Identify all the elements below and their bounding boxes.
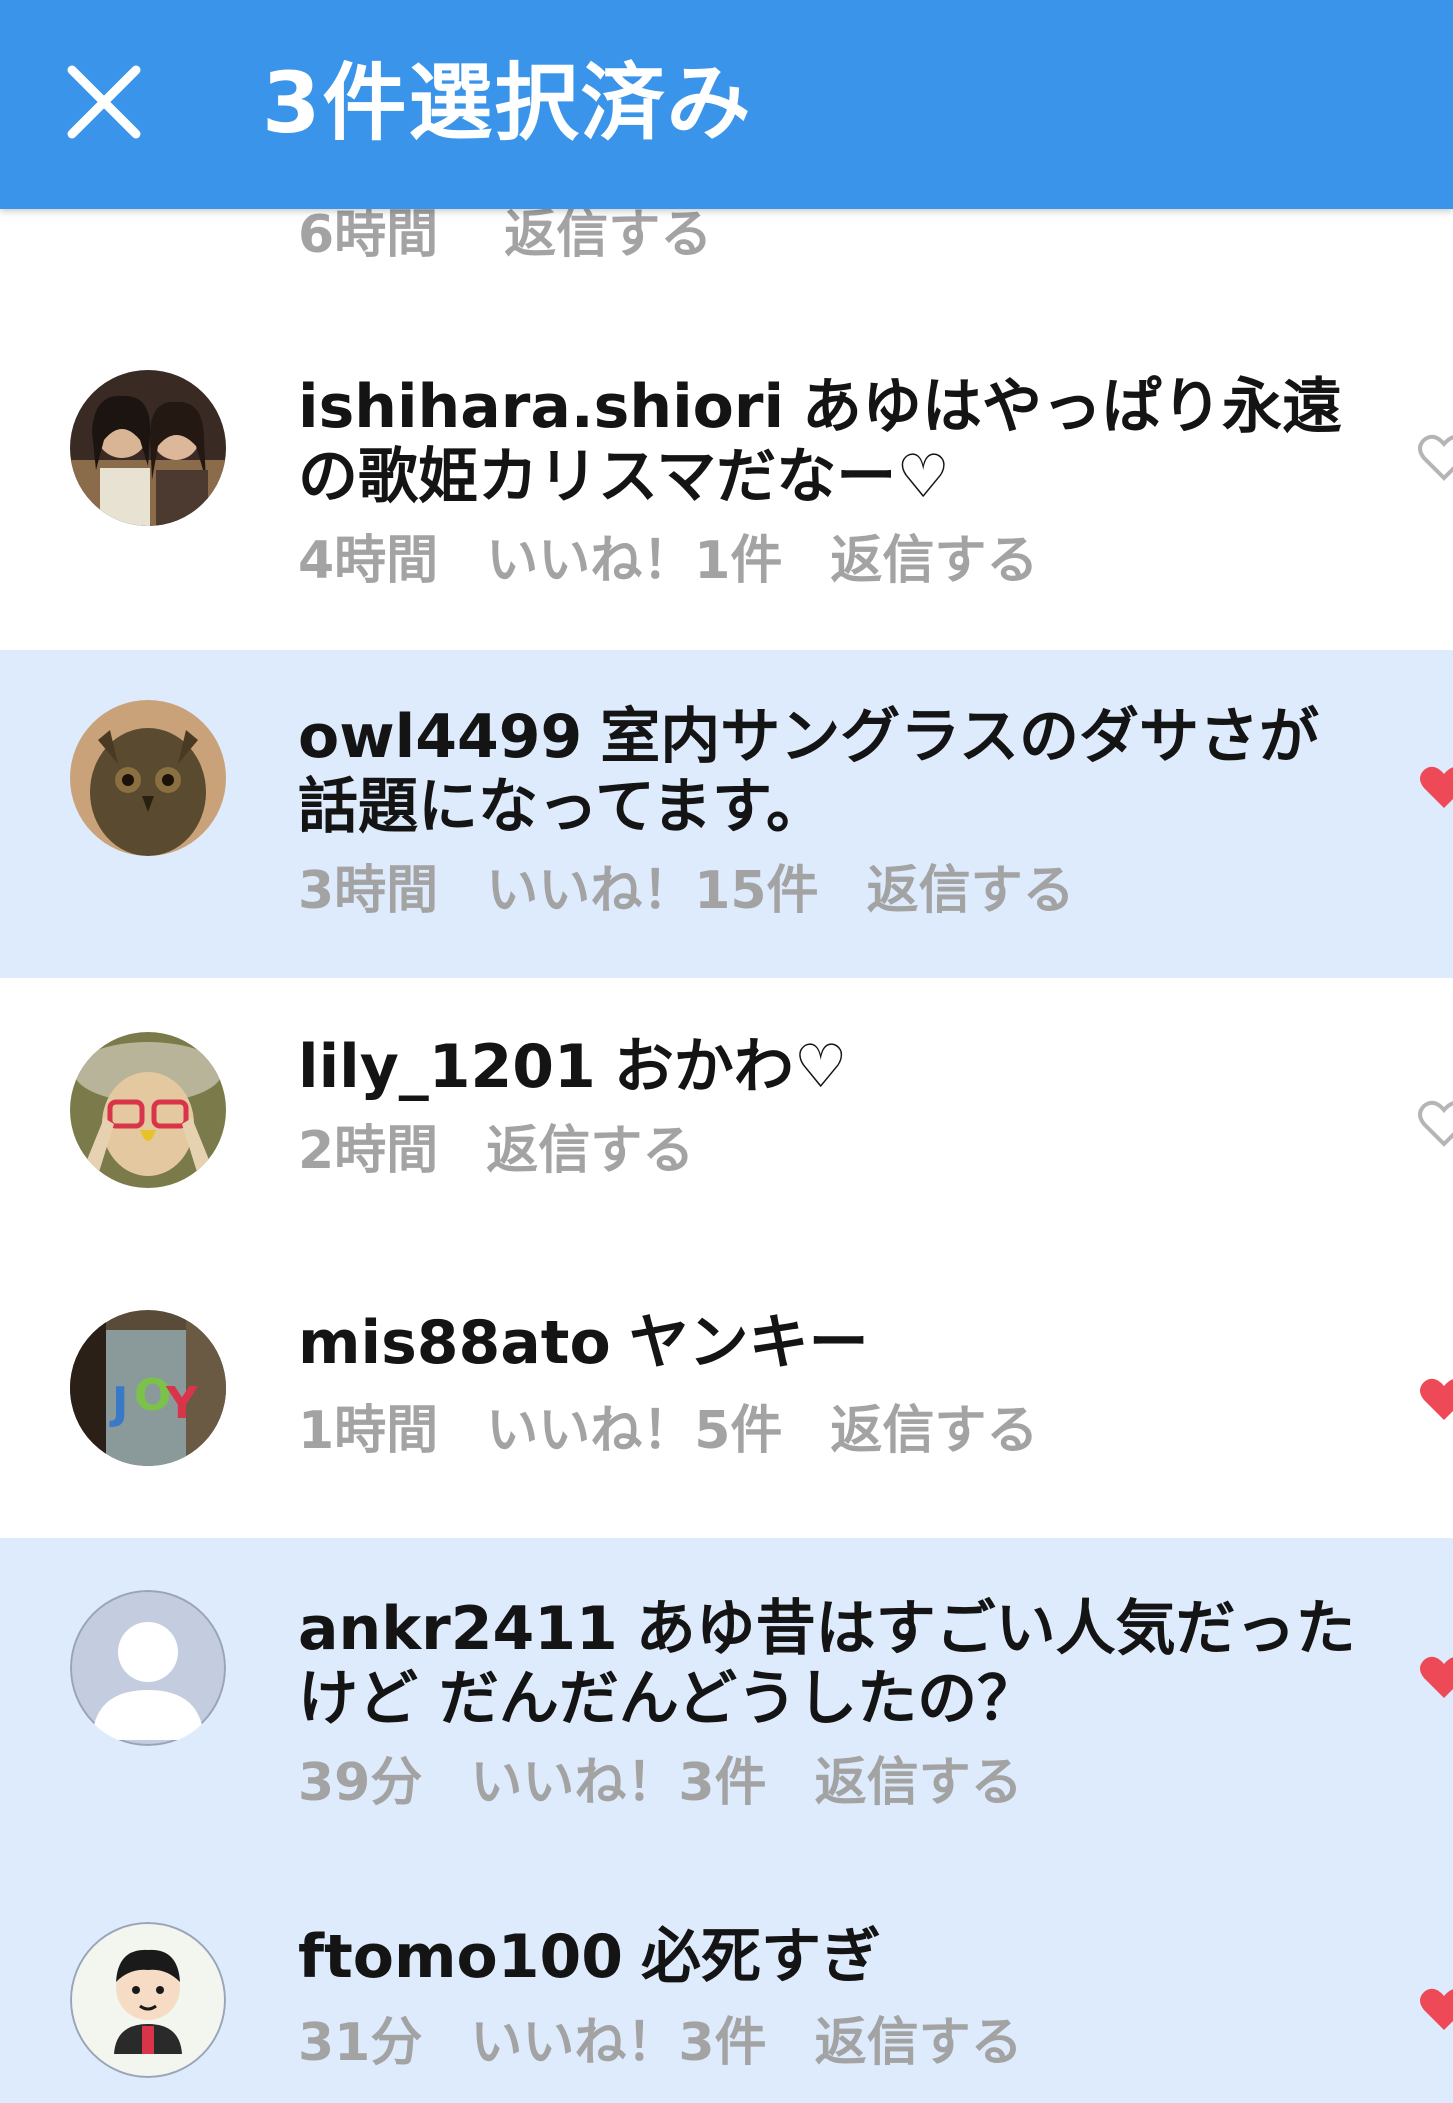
comment-meta: 31分 いいね！3件 返信する: [298, 2008, 1071, 2078]
comment-meta: 2時間 返信する: [298, 1116, 742, 1186]
heart-filled-icon[interactable]: [1418, 1986, 1453, 2034]
avatar[interactable]: [70, 1922, 226, 2078]
comment-row[interactable]: lily_1201 おかわ♡ 2時間 返信する: [0, 980, 1453, 1260]
comment-text: mis88ato ヤンキー: [298, 1308, 1358, 1378]
comment-time: 31分: [298, 2013, 423, 2073]
svg-text:J: J: [109, 1378, 128, 1429]
like-count[interactable]: いいね！3件: [470, 2013, 766, 2073]
comment-username[interactable]: ankr2411: [298, 1594, 618, 1664]
heart-filled-icon[interactable]: [1418, 1376, 1453, 1424]
reply-link[interactable]: 返信する: [815, 1753, 1023, 1813]
heart-filled-icon[interactable]: [1418, 764, 1453, 812]
selection-app-bar: 3件選択済み: [0, 0, 1453, 209]
comment-text: owl4499 室内サングラスのダサさが話題になってます。: [298, 702, 1358, 842]
reply-link[interactable]: 返信する: [486, 1121, 694, 1181]
comment-text: ftomo100 必死すぎ: [298, 1922, 1358, 1992]
comment-time: 4時間: [298, 531, 439, 591]
partial-comment-meta: 6時間 返信する: [298, 200, 712, 270]
comment-meta: 4時間 いいね！1件 返信する: [298, 526, 1086, 596]
comment-body: 必死すぎ: [641, 1922, 881, 1992]
comment-row[interactable]: ishihara.shiori あゆはやっぱり永遠の歌姫カリスマだなー♡ 4時間い…: [0, 330, 1453, 648]
heart-outline-icon[interactable]: [1418, 1100, 1453, 1148]
reply-link[interactable]: 返信する: [830, 531, 1038, 591]
comment-meta: 1時間 いいね！5件 返信する: [298, 1396, 1086, 1466]
comment-row[interactable]: J O Y mis88ato ヤンキー 1時間 いいね！5件 返信する: [0, 1260, 1453, 1538]
comment-text: ishihara.shiori あゆはやっぱり永遠の歌姫カリスマだなー♡: [298, 372, 1358, 512]
comment-time: 2時間: [298, 1121, 439, 1181]
like-count[interactable]: いいね！3件: [470, 1753, 766, 1813]
comment-username[interactable]: lily_1201: [298, 1032, 596, 1102]
like-count[interactable]: いいね！1件: [486, 531, 782, 591]
comment-time: 39分: [298, 1753, 423, 1813]
avatar[interactable]: [70, 370, 226, 526]
reply-link[interactable]: 返信する: [867, 861, 1075, 921]
reply-link[interactable]: 返信する: [504, 205, 712, 265]
heart-outline-icon[interactable]: [1418, 434, 1453, 482]
like-count[interactable]: いいね！5件: [486, 1401, 782, 1461]
comment-meta: 3時間 いいね！15件 返信する: [298, 856, 1123, 926]
comment-text: lily_1201 おかわ♡: [298, 1032, 1358, 1102]
comment-body: ヤンキー: [628, 1308, 869, 1378]
comment-row[interactable]: ftomo100 必死すぎ 31分 いいね！3件 返信する: [0, 1878, 1453, 2103]
comment-meta: 39分 いいね！3件 返信する: [298, 1748, 1071, 1818]
comment-time: 3時間: [298, 861, 439, 921]
reply-link[interactable]: 返信する: [815, 2013, 1023, 2073]
comment-body: おかわ♡: [613, 1032, 848, 1102]
reply-link[interactable]: 返信する: [830, 1401, 1038, 1461]
comment-row[interactable]: owl4499 室内サングラスのダサさが話題になってます。 3時間 いいね！15件返…: [0, 650, 1453, 978]
avatar[interactable]: J O Y: [70, 1310, 226, 1466]
avatar[interactable]: [70, 1032, 226, 1188]
heart-filled-icon[interactable]: [1418, 1654, 1453, 1702]
comment-username[interactable]: ftomo100: [298, 1922, 623, 1992]
comment-time: 1時間: [298, 1401, 439, 1461]
avatar[interactable]: [70, 1590, 226, 1746]
comment-username[interactable]: mis88ato: [298, 1308, 611, 1378]
svg-text:Y: Y: [165, 1378, 199, 1429]
close-icon[interactable]: [62, 60, 146, 144]
comment-username[interactable]: owl4499: [298, 702, 582, 772]
comments-screen: 3件選択済み 6時間 返信する ishihara.shiori あゆはやっぱり永遠…: [0, 0, 1453, 2103]
like-count[interactable]: いいね！15件: [486, 861, 818, 921]
comment-text: ankr2411 あゆ昔はすごい人気だったけど だんだんどうしたの？: [298, 1594, 1358, 1734]
selection-count-title: 3件選択済み: [262, 54, 753, 152]
comment-username[interactable]: ishihara.shiori: [298, 372, 784, 442]
comment-row[interactable]: ankr2411 あゆ昔はすごい人気だったけど だんだんどうしたの？ 39分 いいね…: [0, 1538, 1453, 1878]
comment-time: 6時間: [298, 205, 439, 265]
avatar[interactable]: [70, 700, 226, 856]
